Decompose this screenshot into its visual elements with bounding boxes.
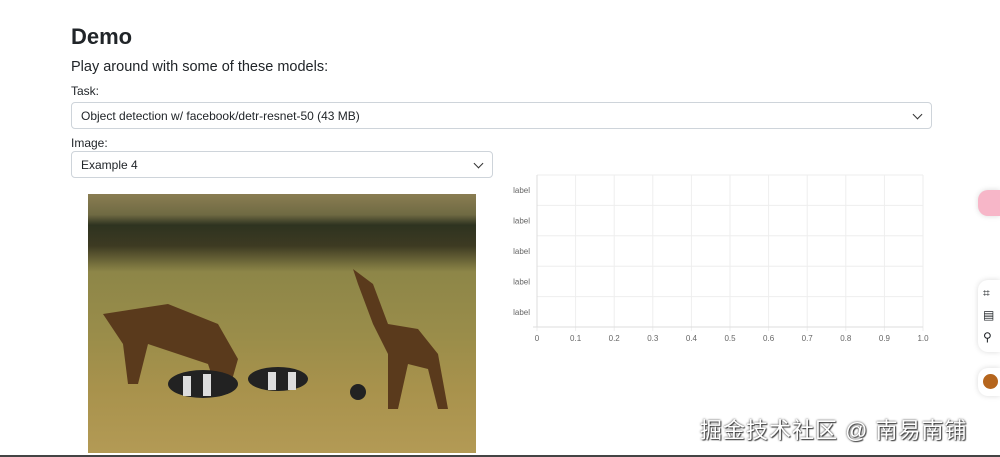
watermark: 掘金技术社区 @ 南易南铺 <box>700 418 968 443</box>
y-tick-label: label <box>513 308 530 317</box>
avatar-button[interactable] <box>978 368 1000 396</box>
y-tick-label: label <box>513 277 530 286</box>
page-title: Demo <box>71 24 133 49</box>
image-label: Image: <box>71 136 108 150</box>
side-toolbar[interactable]: ⌗ ▤ ⚲ <box>978 280 1000 352</box>
image-value: Example 4 <box>81 158 138 172</box>
x-tick-label: 0.7 <box>802 334 814 343</box>
task-select[interactable]: Object detection w/ facebook/detr-resnet… <box>71 102 932 129</box>
x-tick-label: 1.0 <box>917 334 929 343</box>
task-value: Object detection w/ facebook/detr-resnet… <box>81 109 360 123</box>
x-tick-label: 0.9 <box>879 334 891 343</box>
y-tick-label: label <box>513 217 530 226</box>
x-tick-label: 0.5 <box>724 334 736 343</box>
task-label: Task: <box>71 84 100 98</box>
x-tick-label: 0.1 <box>570 334 582 343</box>
chevron-down-icon <box>912 109 923 120</box>
subtitle: Play around with some of these models: <box>71 59 329 75</box>
y-tick-label: label <box>513 186 530 195</box>
crop-icon[interactable]: ⌗ <box>983 286 990 301</box>
note-icon[interactable]: ▤ <box>983 308 994 322</box>
x-tick-label: 0 <box>535 334 540 343</box>
chevron-down-icon <box>473 158 484 169</box>
x-tick-label: 0.2 <box>609 334 621 343</box>
x-tick-label: 0.4 <box>686 334 698 343</box>
y-tick-label: label <box>513 247 530 256</box>
x-tick-label: 0.6 <box>763 334 775 343</box>
giraffes-zebras-photo <box>103 269 448 409</box>
detection-chart: 0 0.1 0.2 0.3 0.4 0.5 0.6 0.7 0.8 0.9 1.0 label labe… <box>513 174 929 343</box>
x-tick-label: 0.8 <box>840 334 852 343</box>
search-icon[interactable]: ⚲ <box>983 330 992 344</box>
example-image <box>88 194 476 453</box>
floating-helper-button[interactable] <box>978 190 1000 216</box>
avatar <box>983 374 998 389</box>
image-select[interactable]: Example 4 <box>71 151 493 178</box>
x-tick-label: 0.3 <box>647 334 659 343</box>
